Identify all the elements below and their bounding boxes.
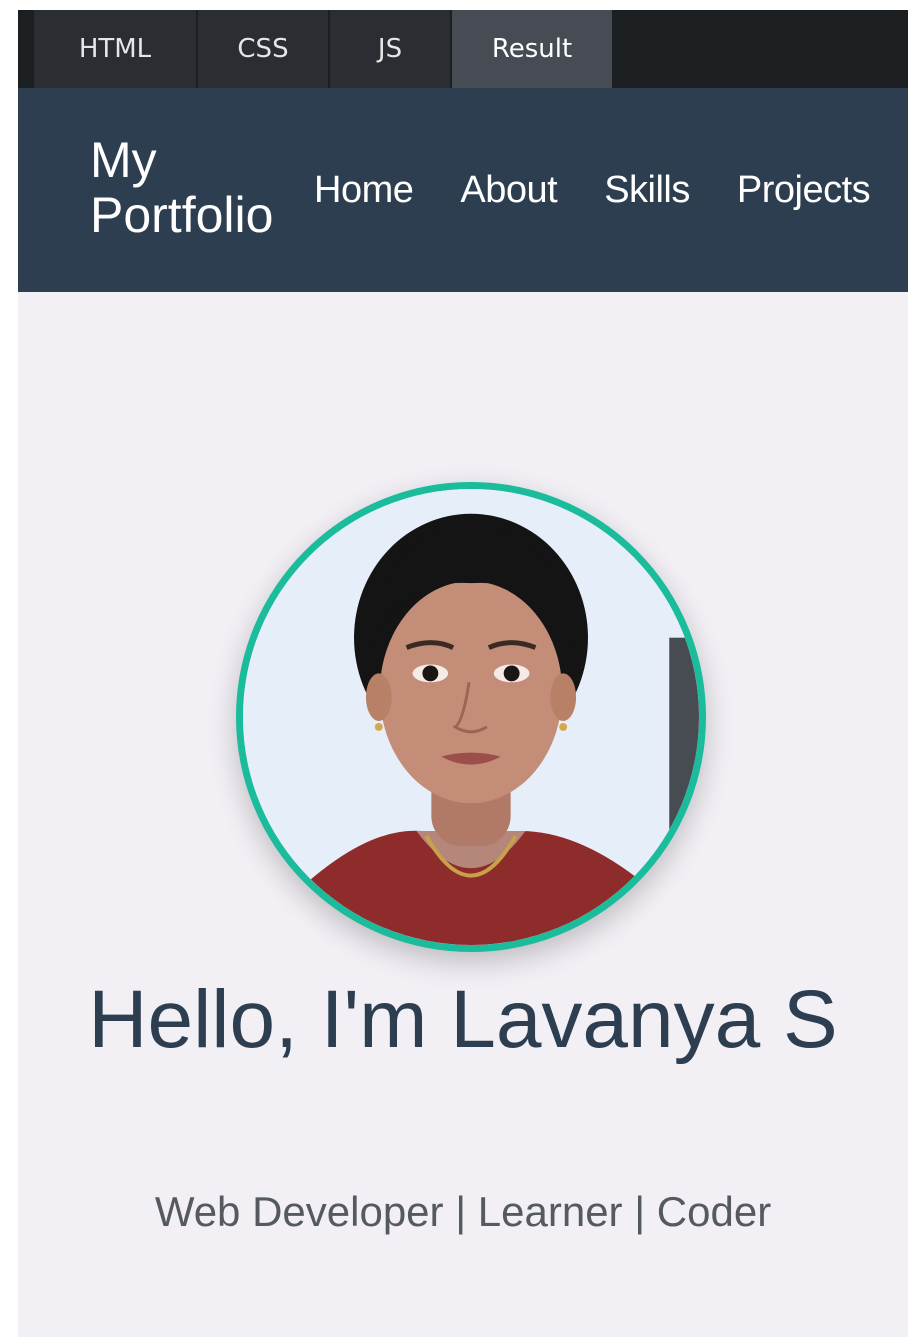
hero-subtitle: Web Developer | Learner | Coder: [154, 1188, 772, 1235]
preview-frame: HTML CSS JS Result My Portfolio Home Abo…: [18, 10, 908, 1337]
profile-photo: [236, 482, 706, 952]
nav-link-about[interactable]: About: [460, 166, 557, 214]
tab-css[interactable]: CSS: [198, 10, 328, 88]
hero-title: Hello, I'm Lavanya S: [88, 974, 838, 1065]
tab-html[interactable]: HTML: [34, 10, 196, 88]
nav-link-home[interactable]: Home: [314, 166, 414, 214]
nav-links: Home About Skills Projects: [314, 166, 871, 214]
nav-link-projects[interactable]: Projects: [737, 166, 871, 214]
site-logo[interactable]: My Portfolio: [90, 133, 330, 243]
tab-js[interactable]: JS: [330, 10, 450, 88]
site-navbar: My Portfolio Home About Skills Projects: [18, 88, 908, 292]
tab-result[interactable]: Result: [452, 10, 612, 88]
nav-link-skills[interactable]: Skills: [604, 166, 690, 214]
profile-photo-icon: [243, 489, 699, 945]
editor-tab-bar: HTML CSS JS Result: [18, 10, 908, 88]
